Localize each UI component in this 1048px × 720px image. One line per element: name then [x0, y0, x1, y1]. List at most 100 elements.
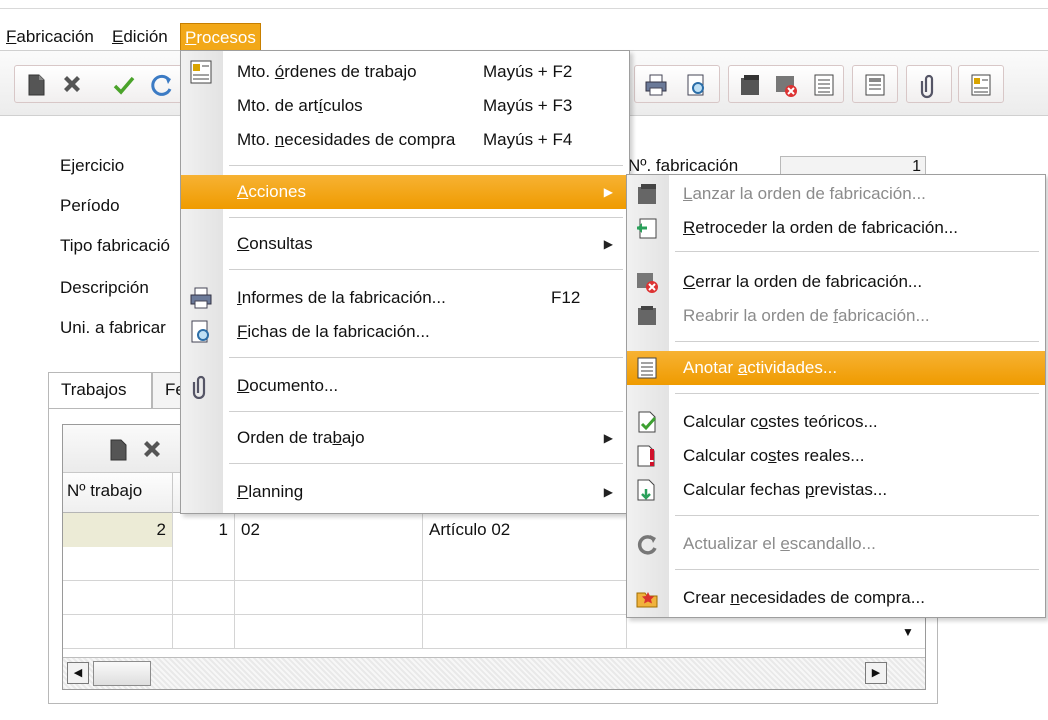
label-tipo-fabricacion: Tipo fabricació: [60, 236, 170, 255]
menu-separator: [229, 217, 623, 218]
menu-item-fechas-previstas[interactable]: Calcular fechas previstas...: [627, 473, 1045, 507]
tab-trabajos[interactable]: Trabajos: [48, 372, 152, 410]
menu-item-necesidades-compra[interactable]: Mto. necesidades de compra Mayús + F4: [181, 123, 629, 157]
empty-cell: [173, 581, 235, 615]
empty-cell: [235, 615, 423, 649]
empty-cell: [423, 581, 627, 615]
label-descripcion: Descripción: [60, 278, 149, 297]
scroll-down-button[interactable]: ▼: [895, 621, 921, 643]
menu-item-consultas[interactable]: Consultas ▶: [181, 227, 629, 261]
menu-separator: [675, 515, 1039, 516]
menu-separator: [229, 269, 623, 270]
checkmark-icon: [113, 76, 135, 95]
column-num-trabajo[interactable]: Nº trabajo: [63, 473, 173, 513]
submenu-arrow-icon: ▶: [603, 237, 613, 251]
work-orders-icon: [190, 60, 212, 84]
cell-col3: 02: [235, 513, 423, 547]
undo-order-icon: [637, 218, 657, 239]
cell-articulo: Artículo 02: [423, 513, 627, 547]
empty-cell: [235, 547, 423, 581]
paperclip-icon: [920, 74, 934, 99]
menu-procesos[interactable]: Procesos: [180, 23, 261, 51]
document-icon: [110, 439, 127, 461]
scroll-left-button[interactable]: ◀: [67, 662, 89, 684]
scroll-thumb[interactable]: [93, 661, 151, 686]
submenu-arrow-icon: ▶: [603, 485, 613, 499]
toolbar-group-sheet: [852, 65, 898, 103]
new-document-button[interactable]: [21, 70, 51, 100]
toolbar-group-orders: [728, 65, 844, 103]
menu-item-informes[interactable]: Informes de la fabricación... F12: [181, 281, 629, 315]
calc-dates-icon: [637, 479, 655, 501]
menu-item-lanzar-orden[interactable]: Lanzar la orden de fabricación...: [627, 177, 1045, 211]
refresh-button[interactable]: [147, 70, 177, 100]
table-row[interactable]: [63, 615, 925, 649]
print-button[interactable]: [641, 70, 671, 100]
menu-item-retroceder-orden[interactable]: Retroceder la orden de fabricación...: [627, 211, 1045, 245]
label-periodo: Período: [60, 196, 120, 215]
document-icon: [28, 74, 45, 96]
menu-item-costes-teoricos[interactable]: Calcular costes teóricos...: [627, 405, 1045, 439]
procesos-menu: Mto. órdenes de trabajo Mayús + F2 Mto. …: [180, 50, 630, 514]
menu-separator: [675, 569, 1039, 570]
menu-item-fichas[interactable]: Fichas de la fabricación...: [181, 315, 629, 349]
grid-new-button[interactable]: [103, 435, 133, 465]
menu-bar: Fabricación Edición Procesos: [0, 8, 1048, 51]
menu-item-acciones[interactable]: Acciones ▶: [181, 175, 629, 209]
empty-cell: [173, 547, 235, 581]
paperclip-icon: [192, 375, 206, 399]
menu-item-reabrir-orden[interactable]: Reabrir la orden de fabricación...: [627, 299, 1045, 333]
print-preview-icon: [687, 74, 704, 96]
print-preview-icon: [191, 320, 209, 343]
stack-icon: [638, 184, 656, 204]
close-order-icon: [637, 273, 658, 293]
menu-edicion[interactable]: Edición: [108, 23, 172, 51]
empty-cell: [423, 547, 627, 581]
label-num-fabricacion: Nº. fabricación: [628, 156, 739, 175]
menu-separator: [229, 165, 623, 166]
label-uni-fabricar: Uni. a fabricar: [60, 318, 166, 337]
menu-item-anotar-actividades[interactable]: Anotar actividades...: [627, 351, 1045, 385]
calc-theoretical-icon: [638, 411, 657, 433]
menu-item-costes-reales[interactable]: Calcular costes reales...: [627, 439, 1045, 473]
printer-icon: [645, 74, 667, 96]
create-needs-icon: [636, 592, 658, 608]
empty-cell: [63, 615, 173, 649]
attach-button[interactable]: [914, 70, 944, 100]
menu-fabricacion[interactable]: Fabricación: [2, 23, 98, 51]
menu-item-crear-necesidades[interactable]: Crear necesidades de compra...: [627, 581, 1045, 615]
close-order-button[interactable]: [771, 70, 801, 100]
empty-cell: [423, 615, 627, 649]
horizontal-scrollbar[interactable]: ◀ ▶: [63, 657, 925, 689]
sheet-button[interactable]: [860, 70, 890, 100]
label-ejercicio: Ejercicio: [60, 156, 125, 175]
grid-delete-button[interactable]: [137, 435, 167, 465]
menu-item-actualizar-escandallo[interactable]: Actualizar el escandallo...: [627, 527, 1045, 561]
list-icon: [814, 74, 834, 96]
cell-num-trabajo: 2: [63, 513, 173, 547]
launch-order-button[interactable]: [735, 70, 765, 100]
empty-cell: [235, 581, 423, 615]
cell-col2: 1: [173, 513, 235, 547]
menu-item-cerrar-orden[interactable]: Cerrar la orden de fabricación...: [627, 265, 1045, 299]
acciones-submenu: Lanzar la orden de fabricación... Retroc…: [626, 174, 1046, 618]
printer-icon: [190, 287, 212, 309]
delete-button[interactable]: [57, 70, 87, 100]
sheet-icon: [865, 74, 885, 96]
delete-x-icon: [144, 441, 160, 457]
stack-icon: [741, 75, 759, 95]
print-preview-button[interactable]: [681, 70, 711, 100]
empty-cell: [173, 615, 235, 649]
submenu-arrow-icon: ▶: [603, 431, 613, 445]
menu-item-documento[interactable]: Documento...: [181, 369, 629, 403]
menu-item-ordenes-trabajo[interactable]: Mto. órdenes de trabajo Mayús + F2: [181, 55, 629, 89]
work-orders-button[interactable]: [966, 70, 996, 100]
menu-item-planning[interactable]: Planning ▶: [181, 475, 629, 509]
list-icon: [637, 357, 657, 379]
annotate-activities-button[interactable]: [809, 70, 839, 100]
confirm-button[interactable]: [109, 70, 139, 100]
menu-item-articulos[interactable]: Mto. de artículos Mayús + F3: [181, 89, 629, 123]
menu-item-orden-trabajo[interactable]: Orden de trabajo ▶: [181, 421, 629, 455]
empty-cell: [63, 581, 173, 615]
scroll-right-button[interactable]: ▶: [865, 662, 887, 684]
